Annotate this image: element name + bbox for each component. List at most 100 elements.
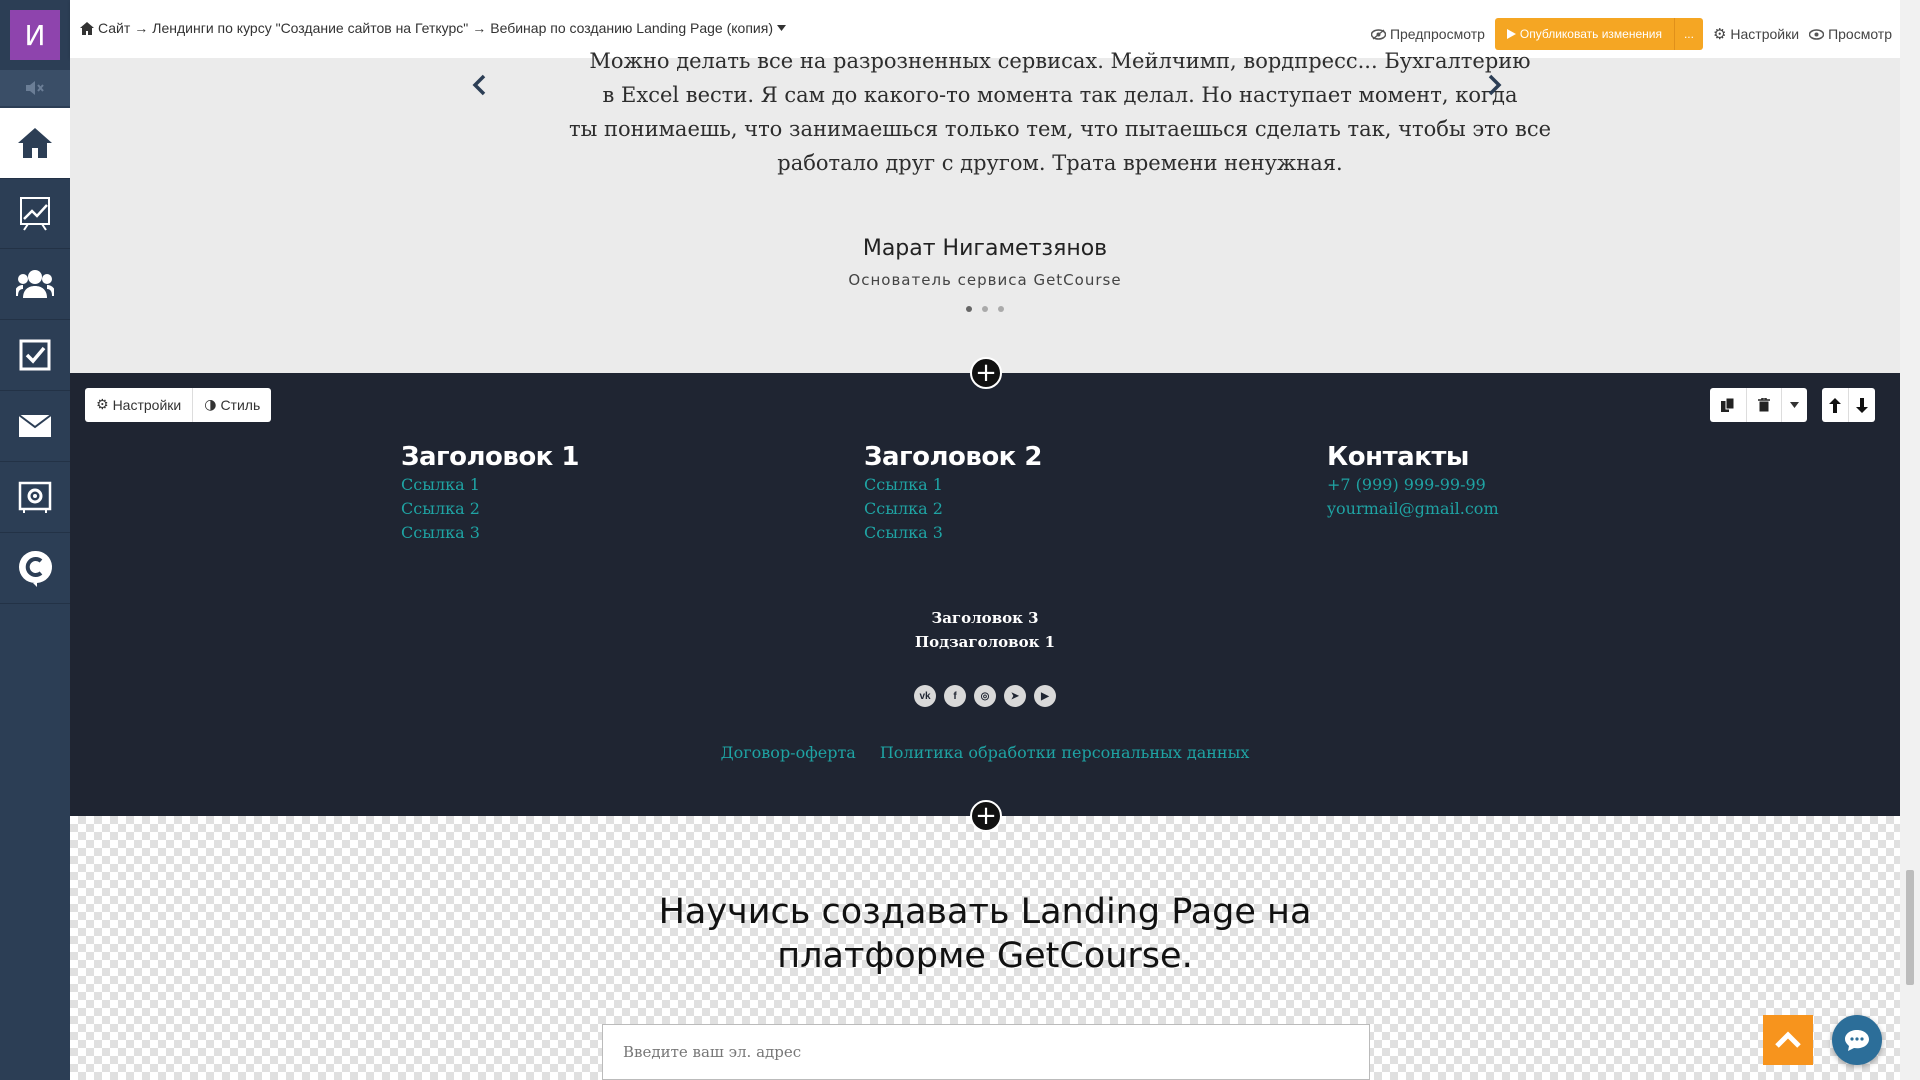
footer-column-title: Заголовок 2 bbox=[864, 442, 1042, 472]
quote-line: ты понимаешь, что занимаешься только тем… bbox=[568, 117, 1552, 141]
block-settings-label: Настройки bbox=[112, 397, 182, 413]
carousel-dot[interactable] bbox=[966, 306, 972, 312]
move-toolbar bbox=[1822, 388, 1875, 422]
vk-icon[interactable]: vk bbox=[914, 685, 936, 707]
carousel-dot[interactable] bbox=[982, 306, 988, 312]
headline-line: Научись создавать Landing Page на bbox=[658, 892, 1312, 932]
quote-line: работало друг с другом. Трата времени не… bbox=[777, 151, 1343, 175]
testimonial-section: Можно делать все на разрозненных сервиса… bbox=[70, 49, 1900, 373]
email-placeholder: Введите ваш эл. адрес bbox=[623, 1043, 802, 1061]
view-link[interactable]: Просмотр bbox=[1809, 26, 1892, 42]
footer-link[interactable]: Ссылка 3 bbox=[401, 521, 579, 545]
add-block-button[interactable]: + bbox=[970, 800, 1002, 832]
signup-headline: Научись создавать Landing Page на платфо… bbox=[70, 890, 1900, 978]
headline-line: платформе GetCourse. bbox=[777, 936, 1193, 976]
preview-link[interactable]: Предпросмотр bbox=[1370, 26, 1485, 42]
preview-label: Предпросмотр bbox=[1389, 26, 1485, 42]
block-settings-toolbar: ⚙ Настройки ◑ Стиль bbox=[85, 388, 272, 422]
plus-icon: + bbox=[975, 801, 997, 831]
instagram-icon[interactable]: ◎ bbox=[974, 685, 996, 707]
testimonial-role: Основатель сервиса GetCourse bbox=[848, 271, 1122, 289]
block-style-button[interactable]: ◑ Стиль bbox=[193, 388, 271, 422]
footer-column-contacts: Контакты +7 (999) 999-99-99 yourmail@gma… bbox=[1327, 441, 1499, 521]
youtube-icon[interactable]: ▶ bbox=[1034, 685, 1056, 707]
breadcrumb-page[interactable]: Вебинар по созданию Landing Page (копия) bbox=[490, 20, 773, 36]
social-icons: vk f ◎ ➤ ▶ bbox=[70, 685, 1900, 707]
sidebar-item-home[interactable] bbox=[0, 108, 70, 179]
sidebar-item-getcourse[interactable] bbox=[0, 533, 70, 604]
footer-section: ⚙ Настройки ◑ Стиль Заголовок 1 Ссылка 1… bbox=[70, 373, 1900, 816]
breadcrumb-section[interactable]: Лендинги по курсу "Создание сайтов на Ге… bbox=[152, 20, 468, 36]
view-label: Просмотр bbox=[1828, 26, 1892, 42]
left-sidebar: И bbox=[0, 0, 70, 1080]
footer-link[interactable]: Ссылка 1 bbox=[864, 473, 1042, 497]
home-small-icon bbox=[80, 21, 94, 35]
breadcrumb: Сайт → Лендинги по курсу "Создание сайто… bbox=[80, 20, 786, 36]
sidebar-item-stats[interactable] bbox=[0, 178, 70, 249]
email-field[interactable]: Введите ваш эл. адрес bbox=[602, 1024, 1370, 1080]
footer-column-title: Контакты bbox=[1327, 442, 1469, 472]
footer-link[interactable]: Ссылка 2 bbox=[864, 497, 1042, 521]
footer-column-title: Заголовок 1 bbox=[401, 442, 579, 472]
eye-slash-icon bbox=[1370, 28, 1386, 40]
scrollbar-thumb[interactable] bbox=[1906, 870, 1914, 985]
chevron-left-icon[interactable] bbox=[472, 74, 486, 96]
eye-icon bbox=[1809, 28, 1825, 40]
carousel-dots bbox=[70, 306, 1900, 312]
sidebar-item-tasks[interactable] bbox=[0, 320, 70, 391]
chevron-up-icon bbox=[1775, 1031, 1801, 1048]
arrow-up-icon bbox=[1829, 397, 1841, 413]
copy-block-button[interactable] bbox=[1710, 388, 1747, 422]
telegram-icon[interactable]: ➤ bbox=[1004, 685, 1026, 707]
offer-link[interactable]: Договор-оферта bbox=[721, 743, 856, 762]
tasks-icon bbox=[19, 339, 51, 371]
sidebar-item-mail[interactable] bbox=[0, 391, 70, 462]
settings-label: Настройки bbox=[1730, 26, 1800, 42]
sound-toggle[interactable] bbox=[0, 70, 70, 106]
sidebar-item-settings[interactable] bbox=[0, 462, 70, 533]
footer-link[interactable]: Ссылка 1 bbox=[401, 473, 579, 497]
quote-line: в Excel вести. Я сам до какого-то момент… bbox=[602, 83, 1518, 107]
publish-more-button[interactable]: ... bbox=[1673, 18, 1703, 50]
privacy-link[interactable]: Политика обработки персональных данных bbox=[880, 743, 1250, 762]
users-icon bbox=[16, 270, 54, 298]
arrow-down-icon bbox=[1856, 397, 1868, 413]
breadcrumb-arrow: → bbox=[472, 20, 487, 36]
add-block-button[interactable]: + bbox=[970, 357, 1002, 389]
block-settings-button[interactable]: ⚙ Настройки bbox=[85, 388, 194, 422]
email-link[interactable]: yourmail@gmail.com bbox=[1327, 497, 1499, 521]
contrast-icon: ◑ bbox=[204, 397, 217, 413]
avatar[interactable]: И bbox=[10, 10, 60, 60]
move-down-button[interactable] bbox=[1849, 388, 1875, 422]
breadcrumb-site[interactable]: Сайт bbox=[98, 20, 130, 36]
footer-column-1: Заголовок 1 Ссылка 1 Ссылка 2 Ссылка 3 bbox=[401, 441, 579, 545]
footer-subheading-1: Подзаголовок 1 bbox=[914, 633, 1056, 651]
footer-column-2: Заголовок 2 Ссылка 1 Ссылка 2 Ссылка 3 bbox=[864, 441, 1042, 545]
sidebar-item-users[interactable] bbox=[0, 249, 70, 320]
move-up-button[interactable] bbox=[1822, 388, 1849, 422]
settings-icon bbox=[18, 481, 52, 513]
delete-block-button[interactable] bbox=[1747, 388, 1782, 422]
signup-section: Научись создавать Landing Page на платфо… bbox=[70, 816, 1900, 1080]
breadcrumb-arrow: → bbox=[134, 20, 149, 36]
avatar-letter: И bbox=[24, 18, 46, 52]
chevron-right-icon[interactable] bbox=[1488, 74, 1502, 96]
testimonial-author: Марат Нигаметзянов bbox=[862, 236, 1108, 261]
chart-icon bbox=[20, 197, 50, 231]
footer-link[interactable]: Ссылка 2 bbox=[401, 497, 579, 521]
block-style-label: Стиль bbox=[220, 397, 261, 413]
chat-button[interactable] bbox=[1832, 1015, 1882, 1065]
speaker-icon bbox=[26, 81, 44, 95]
footer-link[interactable]: Ссылка 3 bbox=[864, 521, 1042, 545]
caret-down-icon[interactable] bbox=[776, 25, 786, 31]
chat-icon bbox=[1845, 1030, 1869, 1051]
phone-link[interactable]: +7 (999) 999-99-99 bbox=[1327, 473, 1499, 497]
legal-links: Договор-оферта Политика обработки персон… bbox=[70, 743, 1900, 762]
publish-label: Опубликовать изменения bbox=[1519, 27, 1662, 41]
settings-link[interactable]: ⚙ Настройки bbox=[1713, 25, 1799, 43]
carousel-dot[interactable] bbox=[998, 306, 1004, 312]
scroll-top-button[interactable] bbox=[1763, 1015, 1813, 1065]
more-dropdown-button[interactable] bbox=[1782, 388, 1807, 422]
gear-icon: ⚙ bbox=[1712, 25, 1727, 43]
facebook-icon[interactable]: f bbox=[944, 685, 966, 707]
